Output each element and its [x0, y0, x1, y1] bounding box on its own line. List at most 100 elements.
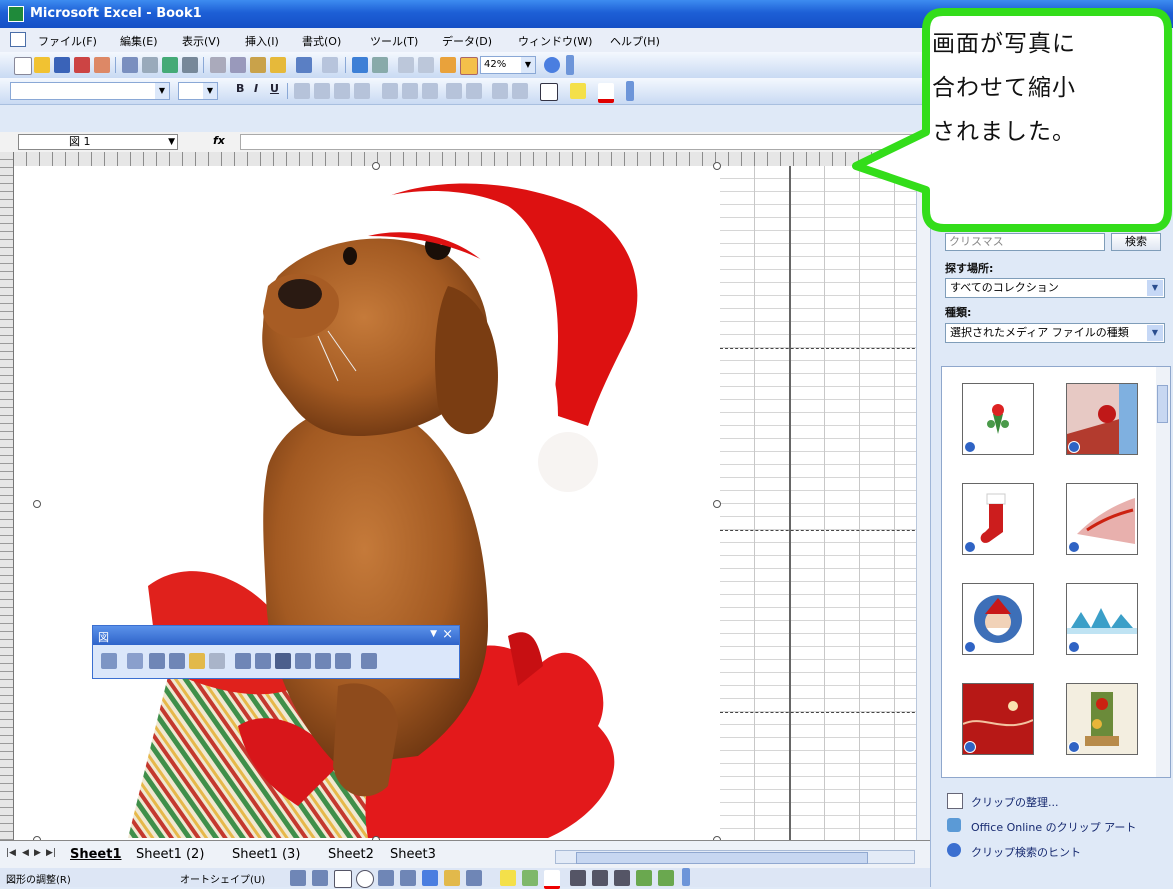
- clip-christmas-decor[interactable]: [1066, 683, 1138, 755]
- borders-icon[interactable]: [540, 83, 558, 101]
- drawing-toggle-icon[interactable]: [460, 57, 478, 75]
- next-sheet-icon[interactable]: ▶: [34, 848, 41, 858]
- tab-sheet1-3[interactable]: Sheet1 (3): [232, 847, 300, 862]
- scroll-thumb[interactable]: [576, 852, 868, 864]
- sort-ascending-icon[interactable]: [398, 57, 414, 73]
- chevron-down-icon[interactable]: ▼: [168, 135, 175, 149]
- dash-style-icon[interactable]: [592, 870, 608, 886]
- less-brightness-icon[interactable]: [209, 653, 225, 669]
- dog-picture[interactable]: [38, 166, 716, 838]
- search-in-select[interactable]: すべてのコレクション ▼: [945, 278, 1165, 298]
- print-icon[interactable]: [122, 57, 138, 73]
- increase-decimal-icon[interactable]: [446, 83, 462, 99]
- workbook-icon[interactable]: [10, 32, 26, 47]
- close-icon[interactable]: ×: [442, 627, 453, 642]
- insert-function-icon[interactable]: fx: [213, 134, 225, 147]
- increase-indent-icon[interactable]: [512, 83, 528, 99]
- align-right-icon[interactable]: [334, 83, 350, 99]
- toolbar-options-icon[interactable]: [566, 55, 574, 75]
- research-icon[interactable]: [182, 57, 198, 73]
- tab-sheet3[interactable]: Sheet3: [390, 847, 436, 862]
- menu-tools[interactable]: ツール(T): [370, 33, 418, 49]
- reset-picture-icon[interactable]: [361, 653, 377, 669]
- new-icon[interactable]: [14, 57, 32, 75]
- resize-handle[interactable]: [33, 500, 41, 508]
- open-icon[interactable]: [34, 57, 50, 73]
- scroll-thumb[interactable]: [1157, 385, 1168, 423]
- format-painter-icon[interactable]: [270, 57, 286, 73]
- excel-app-icon[interactable]: [8, 6, 24, 22]
- first-sheet-icon[interactable]: |◀: [6, 848, 16, 858]
- shadow-style-icon[interactable]: [636, 870, 652, 886]
- clip-poinsettia[interactable]: [962, 383, 1034, 455]
- font-size-combo[interactable]: ▼: [178, 82, 218, 100]
- permission-icon[interactable]: [74, 57, 90, 73]
- clip-santa-sleigh[interactable]: [1066, 383, 1138, 455]
- oval-icon[interactable]: [356, 870, 374, 888]
- menu-format[interactable]: 書式(O): [302, 33, 341, 49]
- arrow-icon[interactable]: [312, 870, 328, 886]
- zoom-combo[interactable]: 42% ▼: [480, 56, 536, 74]
- draw-menu[interactable]: 図形の調整(R): [6, 871, 71, 886]
- picture-toolbar[interactable]: 図 ▼ ×: [92, 625, 460, 679]
- help-icon[interactable]: [544, 57, 560, 73]
- align-center-icon[interactable]: [314, 83, 330, 99]
- line-style-icon[interactable]: [275, 653, 291, 669]
- spelling-icon[interactable]: [162, 57, 178, 73]
- decrease-indent-icon[interactable]: [492, 83, 508, 99]
- rotate-left-icon[interactable]: [255, 653, 271, 669]
- chevron-down-icon[interactable]: ▼: [430, 629, 437, 639]
- line-style-icon[interactable]: [570, 870, 586, 886]
- comma-style-icon[interactable]: [422, 83, 438, 99]
- chevron-down-icon[interactable]: ▼: [155, 83, 169, 99]
- clip-stocking[interactable]: [962, 483, 1034, 555]
- autosum-icon[interactable]: [372, 57, 388, 73]
- diagram-icon[interactable]: [422, 870, 438, 886]
- last-sheet-icon[interactable]: ▶|: [46, 848, 56, 858]
- save-icon[interactable]: [54, 57, 70, 73]
- currency-icon[interactable]: [382, 83, 398, 99]
- more-brightness-icon[interactable]: [189, 653, 205, 669]
- menu-help[interactable]: ヘルプ(H): [610, 33, 660, 49]
- print-preview-icon[interactable]: [142, 57, 158, 73]
- cut-icon[interactable]: [210, 57, 226, 73]
- media-type-select[interactable]: 選択されたメディア ファイルの種類 ▼: [945, 323, 1165, 343]
- tab-sheet1[interactable]: Sheet1: [70, 847, 122, 862]
- menu-data[interactable]: データ(D): [442, 33, 492, 49]
- horizontal-scrollbar[interactable]: [555, 850, 915, 864]
- email-icon[interactable]: [94, 57, 110, 73]
- clip-snow-trees[interactable]: [1066, 583, 1138, 655]
- menu-window[interactable]: ウィンドウ(W): [518, 33, 592, 49]
- textbox-icon[interactable]: [378, 870, 394, 886]
- name-box[interactable]: 図 1 ▼: [18, 134, 178, 150]
- fill-color-icon[interactable]: [570, 83, 586, 99]
- clipart-icon[interactable]: [444, 870, 460, 886]
- color-icon[interactable]: [127, 653, 143, 669]
- menu-insert[interactable]: 挿入(I): [245, 33, 279, 49]
- less-contrast-icon[interactable]: [169, 653, 185, 669]
- clip-santa-badge[interactable]: [962, 583, 1034, 655]
- tab-sheet2[interactable]: Sheet2: [328, 847, 374, 862]
- resize-handle[interactable]: [713, 500, 721, 508]
- font-name-combo[interactable]: ▼: [10, 82, 170, 100]
- clip-red-sparkle[interactable]: [1066, 483, 1138, 555]
- wordart-icon[interactable]: [400, 870, 416, 886]
- compress-pictures-icon[interactable]: [295, 653, 311, 669]
- chart-wizard-icon[interactable]: [440, 57, 456, 73]
- arrow-style-icon[interactable]: [614, 870, 630, 886]
- more-contrast-icon[interactable]: [149, 653, 165, 669]
- underline-icon[interactable]: U: [270, 82, 279, 95]
- 3d-style-icon[interactable]: [658, 870, 674, 886]
- search-tips-link[interactable]: クリップ検索のヒント: [971, 844, 1081, 860]
- office-online-clipart-link[interactable]: Office Online のクリップ アート: [971, 819, 1136, 835]
- chevron-down-icon[interactable]: ▼: [203, 83, 217, 99]
- undo-icon[interactable]: [296, 57, 312, 73]
- menu-view[interactable]: 表示(V): [182, 33, 220, 49]
- chevron-down-icon[interactable]: ▼: [1147, 280, 1163, 296]
- rectangle-icon[interactable]: [334, 870, 352, 888]
- format-picture-icon[interactable]: [315, 653, 331, 669]
- resize-handle[interactable]: [372, 162, 380, 170]
- align-left-icon[interactable]: [294, 83, 310, 99]
- percent-icon[interactable]: [402, 83, 418, 99]
- redo-icon[interactable]: [322, 57, 338, 73]
